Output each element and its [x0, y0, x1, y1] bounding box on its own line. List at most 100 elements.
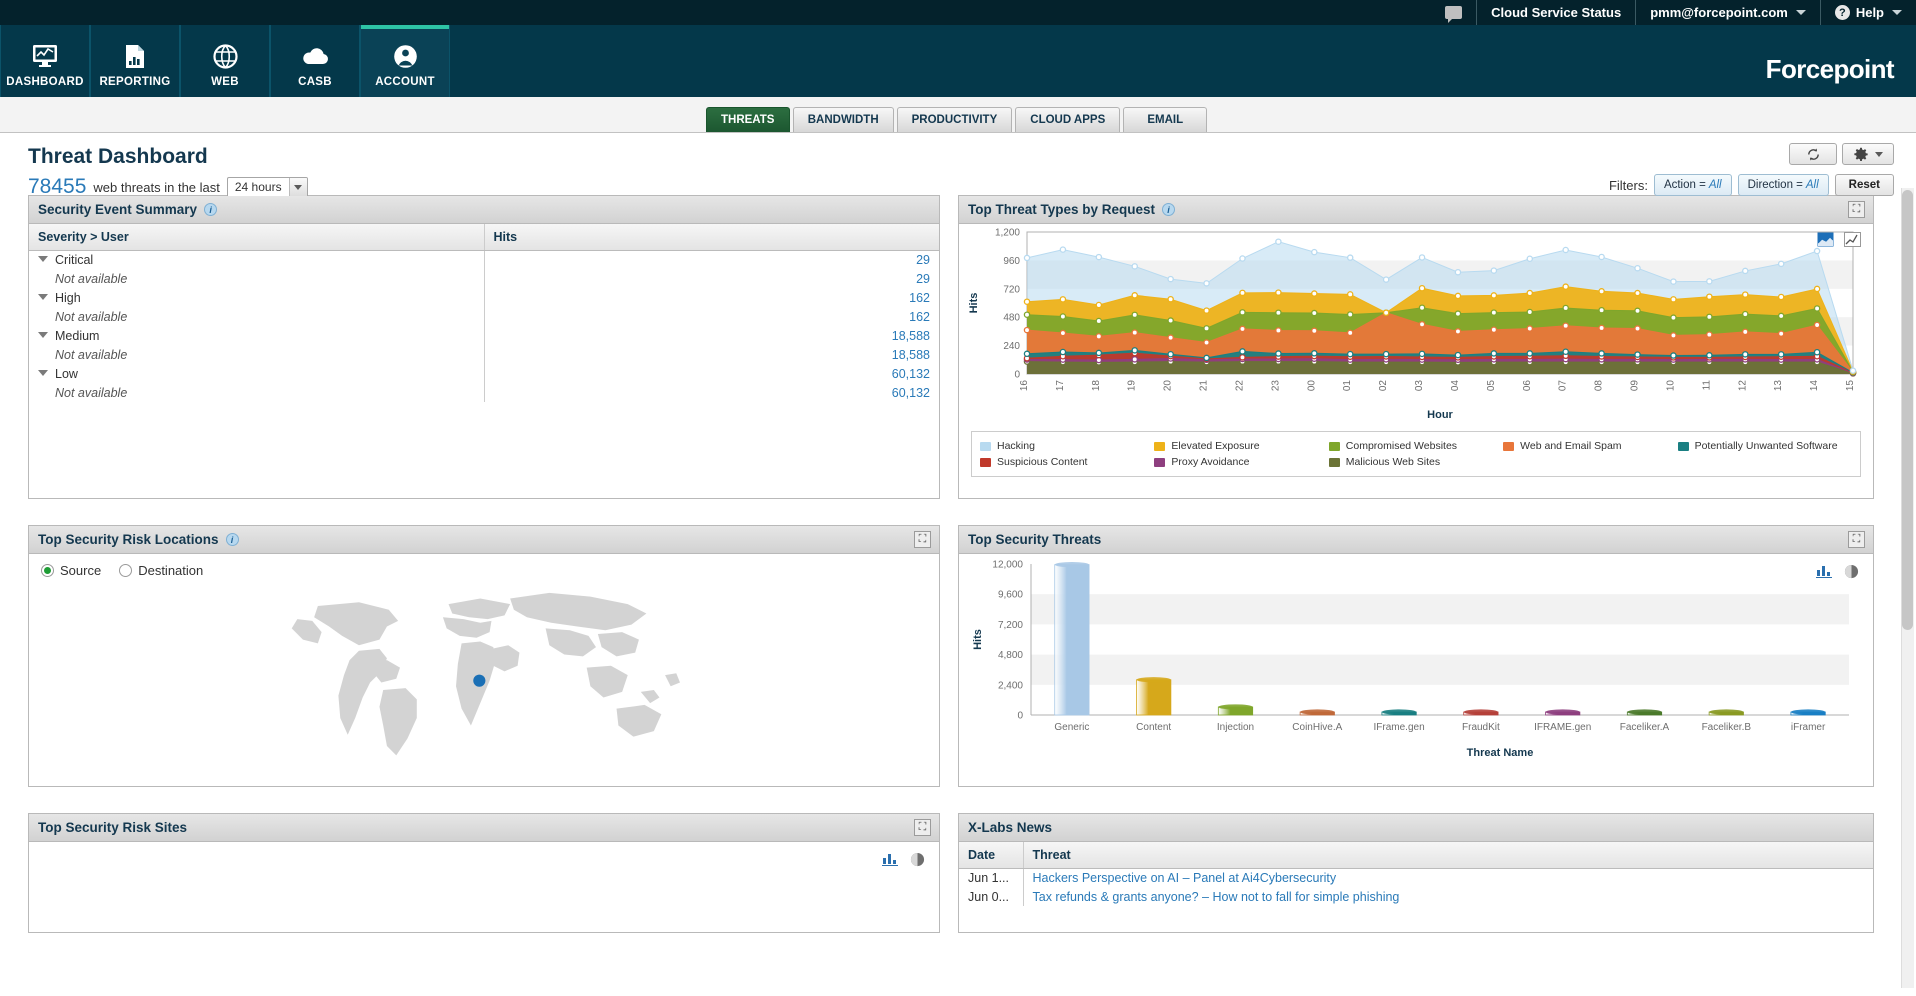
- legend-item[interactable]: Hacking: [980, 438, 1154, 454]
- legend-item[interactable]: Elevated Exposure: [1154, 438, 1328, 454]
- filter-action-chip[interactable]: Action = All: [1654, 174, 1732, 196]
- world-map[interactable]: [29, 578, 939, 774]
- cloud-service-status-label: Cloud Service Status: [1491, 5, 1621, 20]
- legend-label: Compromised Websites: [1346, 440, 1457, 452]
- table-row[interactable]: Not available29: [29, 269, 939, 288]
- tab-threats[interactable]: THREATS: [706, 107, 790, 132]
- expand-icon[interactable]: [1848, 531, 1865, 548]
- table-row[interactable]: High162: [29, 288, 939, 307]
- svg-text:FraudKit: FraudKit: [1462, 722, 1500, 733]
- list-item[interactable]: Jun 1...Hackers Perspective on AI – Pane…: [959, 868, 1873, 887]
- account-email-label: pmm@forcepoint.com: [1650, 5, 1788, 20]
- legend-item[interactable]: Proxy Avoidance: [1154, 454, 1328, 470]
- chevron-down-icon[interactable]: [38, 332, 48, 338]
- legend-item[interactable]: Compromised Websites: [1329, 438, 1503, 454]
- table-row[interactable]: Critical29: [29, 250, 939, 269]
- panel-xlabs-news: X-Labs News Date Threat Jun 1...Hackers …: [958, 813, 1874, 933]
- svg-text:1,200: 1,200: [995, 228, 1020, 239]
- column-header-hits[interactable]: Hits: [484, 224, 939, 250]
- legend-item[interactable]: Web and Email Spam: [1503, 438, 1677, 454]
- radio-destination[interactable]: Destination: [119, 563, 203, 578]
- chevron-down-icon[interactable]: [38, 294, 48, 300]
- svg-text:Content: Content: [1136, 722, 1171, 733]
- list-item[interactable]: Jun 0...Tax refunds & grants anyone? – H…: [959, 887, 1873, 906]
- severity-cell[interactable]: Low: [29, 364, 484, 383]
- pie-chart-icon[interactable]: [910, 852, 925, 867]
- legend-item[interactable]: Suspicious Content: [980, 454, 1154, 470]
- account-menu[interactable]: pmm@forcepoint.com: [1636, 0, 1821, 25]
- table-row[interactable]: Not available18,588: [29, 345, 939, 364]
- main-navigation: DASHBOARD REPORTING WEB CASB ACCOUNT For…: [0, 25, 1916, 97]
- news-threat[interactable]: Tax refunds & grants anyone? – How not t…: [1023, 887, 1873, 906]
- svg-text:12,000: 12,000: [992, 560, 1023, 571]
- news-threat[interactable]: Hackers Perspective on AI – Panel at Ai4…: [1023, 868, 1873, 887]
- panel-top-security-threats: Top Security Threats GenericContentInjec…: [958, 525, 1874, 787]
- table-row[interactable]: Low60,132: [29, 364, 939, 383]
- chat-button[interactable]: [1431, 0, 1477, 25]
- refresh-button[interactable]: [1789, 143, 1837, 165]
- world-map-svg: [99, 578, 869, 774]
- chevron-down-icon[interactable]: [38, 256, 48, 262]
- line-chart-icon[interactable]: [1844, 232, 1861, 247]
- severity-cell[interactable]: High: [29, 288, 484, 307]
- table-row[interactable]: Medium18,588: [29, 326, 939, 345]
- radio-source[interactable]: Source: [41, 563, 101, 578]
- chevron-down-icon[interactable]: [38, 370, 48, 376]
- area-chart-svg[interactable]: 02404807209601,2001617181920212223000102…: [959, 224, 1875, 420]
- nav-item-web[interactable]: WEB: [180, 25, 270, 97]
- help-menu[interactable]: ? Help: [1821, 0, 1906, 25]
- settings-button[interactable]: [1842, 143, 1894, 165]
- expand-icon[interactable]: [914, 531, 931, 548]
- table-row[interactable]: Not available60,132: [29, 383, 939, 402]
- tab-email[interactable]: EMAIL: [1123, 107, 1207, 132]
- info-icon[interactable]: i: [1162, 203, 1175, 216]
- svg-text:10: 10: [1665, 380, 1676, 392]
- svg-text:19: 19: [1127, 380, 1138, 392]
- expand-icon[interactable]: [914, 819, 931, 836]
- user-circle-icon: [393, 43, 418, 69]
- hits-cell: 29: [484, 269, 939, 288]
- svg-text:02: 02: [1378, 380, 1389, 392]
- bar-chart-icon[interactable]: [1816, 564, 1832, 578]
- reset-button[interactable]: Reset: [1835, 174, 1894, 196]
- page-scrollbar-thumb[interactable]: [1902, 190, 1913, 630]
- svg-text:960: 960: [1003, 256, 1020, 267]
- nav-item-account[interactable]: ACCOUNT: [360, 25, 450, 97]
- column-header-date[interactable]: Date: [959, 842, 1023, 868]
- info-icon[interactable]: i: [204, 203, 217, 216]
- table-row[interactable]: Not available162: [29, 307, 939, 326]
- nav-item-reporting[interactable]: REPORTING: [90, 25, 180, 97]
- hits-cell: 162: [484, 307, 939, 326]
- column-header-threat[interactable]: Threat: [1023, 842, 1873, 868]
- panel-title-bar: Top Security Risk Sites: [29, 814, 939, 842]
- filter-direction-chip[interactable]: Direction = All: [1738, 174, 1829, 196]
- svg-text:13: 13: [1773, 380, 1784, 392]
- nav-item-casb[interactable]: CASB: [270, 25, 360, 97]
- report-bar-icon: [124, 43, 146, 69]
- column-header-severity[interactable]: Severity > User: [29, 224, 484, 250]
- hits-cell: 60,132: [484, 364, 939, 383]
- bar-chart-icon[interactable]: [882, 852, 898, 866]
- bar-chart-svg[interactable]: GenericContentInjectionCoinHive.AIFrame.…: [959, 554, 1875, 759]
- time-range-select[interactable]: 24 hours: [227, 177, 308, 198]
- severity-cell[interactable]: Critical: [29, 250, 484, 269]
- info-icon[interactable]: i: [226, 533, 239, 546]
- panel-title-bar: Top Threat Types by Request i: [959, 196, 1873, 224]
- cloud-service-status-link[interactable]: Cloud Service Status: [1477, 0, 1636, 25]
- legend-item[interactable]: Malicious Web Sites: [1329, 454, 1503, 470]
- nav-item-dashboard[interactable]: DASHBOARD: [0, 25, 90, 97]
- tab-cloud-apps[interactable]: CLOUD APPS: [1015, 107, 1120, 132]
- severity-cell[interactable]: Medium: [29, 326, 484, 345]
- tab-productivity[interactable]: PRODUCTIVITY: [897, 107, 1013, 132]
- panel-risk-locations: Top Security Risk Locations i Source Des…: [28, 525, 940, 787]
- legend-item[interactable]: Potentially Unwanted Software: [1678, 438, 1852, 454]
- tab-bandwidth[interactable]: BANDWIDTH: [793, 107, 894, 132]
- nav-label: DASHBOARD: [6, 76, 83, 88]
- area-chart-icon[interactable]: [1817, 232, 1834, 247]
- expand-icon[interactable]: [1848, 201, 1865, 218]
- pie-chart-icon[interactable]: [1844, 564, 1859, 579]
- svg-text:Injection: Injection: [1217, 722, 1254, 733]
- svg-text:05: 05: [1486, 380, 1497, 392]
- news-link[interactable]: Tax refunds & grants anyone? – How not t…: [1033, 890, 1400, 904]
- news-link[interactable]: Hackers Perspective on AI – Panel at Ai4…: [1033, 871, 1337, 885]
